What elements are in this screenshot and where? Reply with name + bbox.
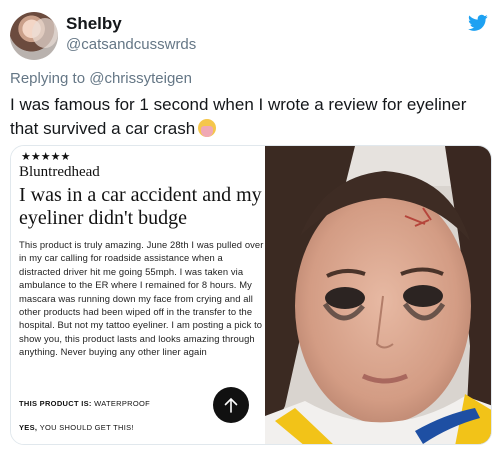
replying-to-label: Replying to [10, 70, 86, 87]
avatar[interactable] [10, 12, 58, 60]
product-spec-value: WATERPROOF [94, 399, 151, 408]
tweet-media[interactable]: ★★★★★ Bluntredhead I was in a car accide… [10, 145, 492, 445]
tweet-body: I was famous for 1 second when I wrote a… [10, 95, 467, 138]
recommendation-value: YOU SHOULD GET THIS! [39, 423, 134, 432]
recommendation: YES, YOU SHOULD GET THIS! [19, 423, 134, 432]
user-handle[interactable]: @catsandcusswrds [66, 36, 196, 53]
product-spec-label: THIS PRODUCT IS: [19, 399, 92, 408]
woman-gesturing-emoji-icon [198, 119, 217, 137]
replying-to: Replying to @chrissyteigen [10, 70, 192, 87]
reviewer-name: Bluntredhead [19, 164, 100, 180]
face-photo [265, 146, 491, 444]
recommendation-label: YES, [19, 423, 38, 432]
twitter-bird-icon[interactable] [468, 14, 488, 32]
arrow-up-icon [224, 397, 238, 413]
tweet-text: I was famous for 1 second when I wrote a… [10, 93, 470, 141]
mention-link[interactable]: @chrissyteigen [89, 70, 192, 87]
display-name[interactable]: Shelby [66, 14, 122, 34]
tweet-card: Shelby @catsandcusswrds Replying to @chr… [0, 0, 500, 449]
scroll-to-top-button[interactable] [213, 387, 249, 423]
rating-stars: ★★★★★ [21, 151, 71, 163]
review-screenshot: ★★★★★ Bluntredhead I was in a car accide… [11, 146, 265, 444]
review-title: I was in a car accident and my eyeliner … [19, 184, 262, 229]
product-spec: THIS PRODUCT IS: WATERPROOF [19, 399, 150, 408]
review-body: This product is truly amazing. June 28th… [19, 239, 264, 358]
